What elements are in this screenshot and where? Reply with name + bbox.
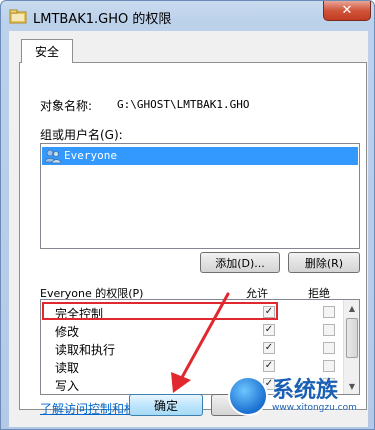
allow-checkbox[interactable]: ✓	[263, 360, 275, 372]
watermark-url: www.xitongzu.com	[272, 403, 357, 413]
add-button[interactable]: 添加(D)...	[200, 252, 280, 273]
permission-name: 读取	[55, 361, 80, 375]
watermark-text: 系统族	[272, 378, 339, 403]
object-name-value: G:\GHOST\LMTBAK1.GHO	[117, 98, 250, 111]
permission-row: 读取和执行 ✓	[41, 339, 343, 357]
deny-checkbox[interactable]	[323, 324, 335, 336]
deny-checkbox[interactable]	[323, 306, 335, 318]
tab-label: 安全	[34, 45, 59, 59]
scrollbar-thumb[interactable]	[346, 318, 358, 358]
permissions-scrollbar[interactable]: ▲ ▼	[343, 300, 359, 394]
tab-security[interactable]: 安全	[21, 39, 73, 63]
ok-button[interactable]: 确定	[129, 394, 203, 416]
permission-row: 完全控制 ✓	[41, 303, 343, 321]
watermark-logo-icon	[228, 376, 268, 416]
scroll-down-icon[interactable]: ▼	[345, 379, 359, 393]
permission-row: 修改 ✓	[41, 321, 343, 339]
close-icon: ✕	[341, 3, 353, 18]
users-icon	[44, 149, 62, 164]
title-bar[interactable]: LMTBAK1.GHO 的权限 ✕	[1, 1, 375, 31]
permission-name: 修改	[55, 325, 80, 339]
object-name-label: 对象名称:	[40, 99, 93, 113]
group-list-label: 组或用户名(G):	[40, 128, 123, 142]
permission-name: 完全控制	[55, 307, 104, 321]
permission-name: 写入	[55, 379, 80, 393]
folder-icon	[9, 9, 27, 24]
remove-button[interactable]: 删除(R)	[288, 252, 360, 273]
deny-checkbox[interactable]	[323, 360, 335, 372]
allow-checkbox[interactable]: ✓	[263, 342, 275, 354]
security-panel: 对象名称: G:\GHOST\LMTBAK1.GHO 组或用户名(G): Eve…	[19, 62, 367, 416]
list-item-everyone[interactable]: Everyone	[42, 147, 358, 165]
close-button[interactable]: ✕	[323, 1, 371, 21]
user-name: Everyone	[64, 149, 117, 162]
deny-checkbox[interactable]	[323, 342, 335, 354]
group-user-list[interactable]: Everyone	[40, 143, 360, 249]
allow-checkbox[interactable]: ✓	[263, 324, 275, 336]
permission-name: 读取和执行	[55, 343, 116, 357]
scroll-up-icon[interactable]: ▲	[345, 301, 359, 315]
window-title: LMTBAK1.GHO 的权限	[33, 12, 172, 27]
allow-checkbox[interactable]: ✓	[263, 306, 275, 318]
permissions-dialog: LMTBAK1.GHO 的权限 ✕ 安全 对象名称: G:\GHOST\LMTB…	[0, 0, 375, 430]
dialog-body: 安全 对象名称: G:\GHOST\LMTBAK1.GHO 组或用户名(G): …	[9, 31, 368, 427]
